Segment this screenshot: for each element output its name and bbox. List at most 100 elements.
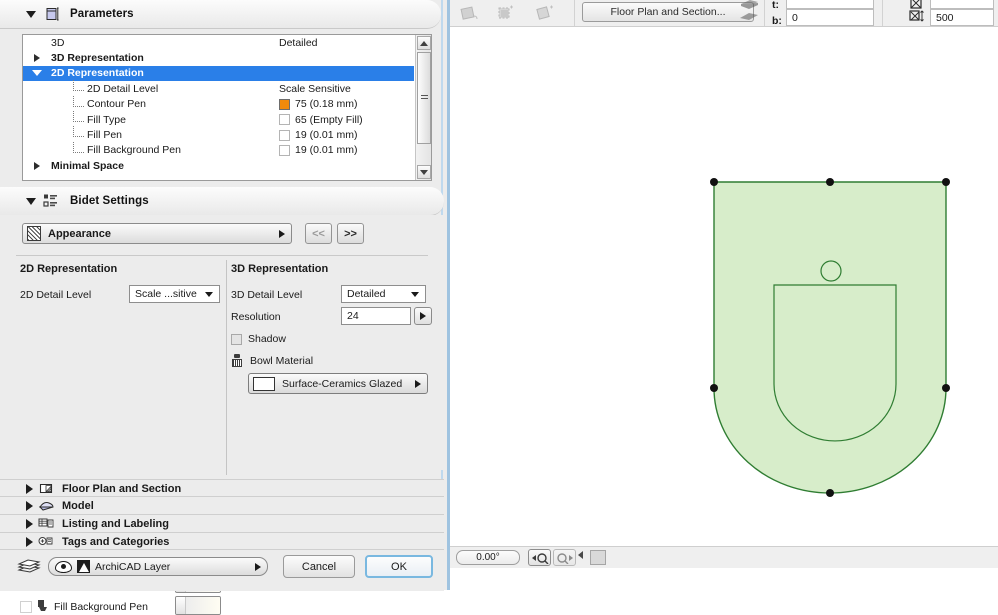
value-text: 75 (0.18 mm): [295, 98, 358, 111]
input-b[interactable]: 0: [786, 9, 874, 26]
edit-hotspot[interactable]: [826, 489, 834, 497]
mirror-element-icon[interactable]: [495, 3, 517, 23]
disclosure-triangle-right-icon[interactable]: [26, 536, 33, 547]
fill-background-pen-color-button[interactable]: [175, 596, 221, 615]
multiply-element-icon[interactable]: [534, 3, 556, 23]
color-swatch: [279, 114, 290, 126]
tree-elbow: [73, 141, 84, 153]
settings-grid-icon: [42, 192, 62, 210]
appearance-dropdown[interactable]: Appearance: [22, 223, 292, 244]
section-label: Tags and Categories: [62, 535, 170, 548]
disclosure-triangle-down-icon[interactable]: [26, 10, 36, 18]
eye-icon[interactable]: [55, 560, 72, 573]
scroll-up-button[interactable]: [417, 36, 431, 50]
tree-row-label: 2D Detail Level: [87, 82, 159, 95]
disclosure-triangle-right-icon[interactable]: [26, 483, 33, 494]
tree-row-label: 3D: [51, 36, 65, 49]
bidet-plan-symbol: [710, 178, 950, 497]
edit-hotspot[interactable]: [710, 384, 718, 392]
tree-scrollbar[interactable]: [415, 35, 431, 180]
parameters-tree-list[interactable]: 3D Detailed 3D Representation 2D Representa…: [22, 34, 432, 181]
tree-row[interactable]: Minimal Space: [23, 158, 414, 173]
tree-row-label: Minimal Space: [51, 159, 124, 172]
disclosure-triangle-down-icon[interactable]: [32, 70, 42, 77]
fill-background-swatch-icon: [20, 600, 32, 613]
input-height-top[interactable]: [930, 0, 994, 9]
resolution-stepper-button[interactable]: [414, 307, 432, 325]
tree-row[interactable]: Fill Background Pen 19 (0.01 mm): [23, 141, 414, 158]
tree-row[interactable]: 3D Representation: [23, 50, 414, 65]
tree-row[interactable]: 2D Detail Level Scale Sensitive: [23, 80, 414, 96]
disclosure-triangle-down-icon[interactable]: [26, 197, 36, 205]
edit-hotspot[interactable]: [826, 178, 834, 186]
drawing-canvas[interactable]: [450, 27, 998, 546]
object-settings-dialog: Parameters 3D Detailed 3D Representation 2D…: [0, 0, 450, 615]
label-text: 2D Detail Level: [20, 289, 92, 301]
label-text: Fill Background Pen: [54, 600, 148, 613]
edit-hotspot[interactable]: [710, 178, 718, 186]
select-value: Surface-Ceramics Glazed: [282, 377, 403, 390]
cancel-button[interactable]: Cancel: [283, 555, 355, 578]
toolbar: Floor Plan and Section... t: b: 0 500: [450, 0, 998, 27]
value-text: 19 (0.01 mm): [295, 129, 358, 142]
tree-row[interactable]: Fill Type 65 (Empty Fill): [23, 110, 414, 127]
listing-icon: [37, 516, 55, 531]
panel-header-model[interactable]: Model: [0, 496, 444, 514]
select-2d-detail-level[interactable]: Scale ...sitive: [129, 285, 220, 303]
input-t[interactable]: [786, 0, 874, 9]
disclosure-triangle-right-icon[interactable]: [34, 161, 40, 170]
chevron-right-icon: [415, 379, 421, 388]
status-swatch[interactable]: [590, 550, 606, 565]
tree-row-value: 65 (Empty Fill): [279, 114, 363, 126]
color-swatch: [279, 144, 290, 156]
select-3d-detail-level[interactable]: Detailed: [341, 285, 426, 303]
label-resolution: Resolution: [231, 311, 281, 323]
angle-readout[interactable]: 0.00°: [456, 550, 520, 565]
pen-color-swatch: [186, 597, 220, 614]
panel-header-parameters[interactable]: Parameters: [0, 0, 441, 29]
scrollbar-thumb[interactable]: [417, 52, 431, 144]
ok-button[interactable]: OK: [365, 555, 433, 578]
tree-row[interactable]: 2D Representation: [23, 65, 414, 82]
tree-row[interactable]: Contour Pen 75 (0.18 mm): [23, 95, 414, 112]
value-text: 19 (0.01 mm): [295, 144, 358, 157]
rotate-element-icon[interactable]: [458, 3, 480, 23]
bottom-area: [450, 568, 998, 590]
row-bowl-material: Bowl Material: [231, 354, 313, 368]
previous-view-arrow-icon[interactable]: [578, 551, 583, 559]
disclosure-triangle-right-icon[interactable]: [34, 54, 40, 63]
zoom-out-button[interactable]: [528, 549, 551, 566]
label-t: t:: [772, 0, 779, 11]
appearance-label: Appearance: [48, 227, 111, 240]
chevron-down-icon: [411, 291, 419, 297]
status-bar: 0.00°: [450, 546, 998, 570]
label-text: Resolution: [231, 311, 281, 323]
input-resolution[interactable]: 24: [341, 307, 411, 325]
toolbar-separator: [574, 0, 575, 26]
next-page-button[interactable]: >>: [337, 223, 364, 244]
arrow-down-icon: [420, 169, 428, 175]
tree-row[interactable]: 3D Detailed: [23, 35, 414, 50]
select-bowl-material[interactable]: Surface-Ceramics Glazed: [248, 373, 428, 394]
edit-hotspot[interactable]: [942, 178, 950, 186]
panel-header-floor-plan-and-section[interactable]: Floor Plan and Section: [0, 479, 444, 497]
label-b: b:: [772, 15, 782, 27]
input-value: 24: [347, 310, 359, 322]
select-layer[interactable]: ArchiCAD Layer: [48, 557, 268, 576]
tree-row[interactable]: Fill Pen 19 (0.01 mm): [23, 126, 414, 142]
previous-page-button[interactable]: <<: [305, 223, 332, 244]
edit-hotspot[interactable]: [942, 384, 950, 392]
label-2d-detail-level: 2D Detail Level: [20, 289, 91, 301]
floor-plan-and-section-button[interactable]: Floor Plan and Section...: [582, 2, 754, 22]
panel-header-listing-and-labeling[interactable]: Listing and Labeling: [0, 514, 444, 532]
paint-brush-icon: [231, 354, 244, 368]
input-size[interactable]: 500: [930, 9, 994, 26]
disclosure-triangle-right-icon[interactable]: [26, 518, 33, 529]
disclosure-triangle-right-icon[interactable]: [26, 500, 33, 511]
zoom-in-button[interactable]: [553, 549, 576, 566]
scroll-down-button[interactable]: [417, 165, 431, 179]
shadow-checkbox[interactable]: [231, 333, 242, 345]
panel-header-tags-and-categories[interactable]: Tags and Categories: [0, 532, 444, 550]
panel-header-bidet-settings[interactable]: Bidet Settings: [0, 187, 444, 216]
layer-intersection-icon: [77, 560, 90, 573]
